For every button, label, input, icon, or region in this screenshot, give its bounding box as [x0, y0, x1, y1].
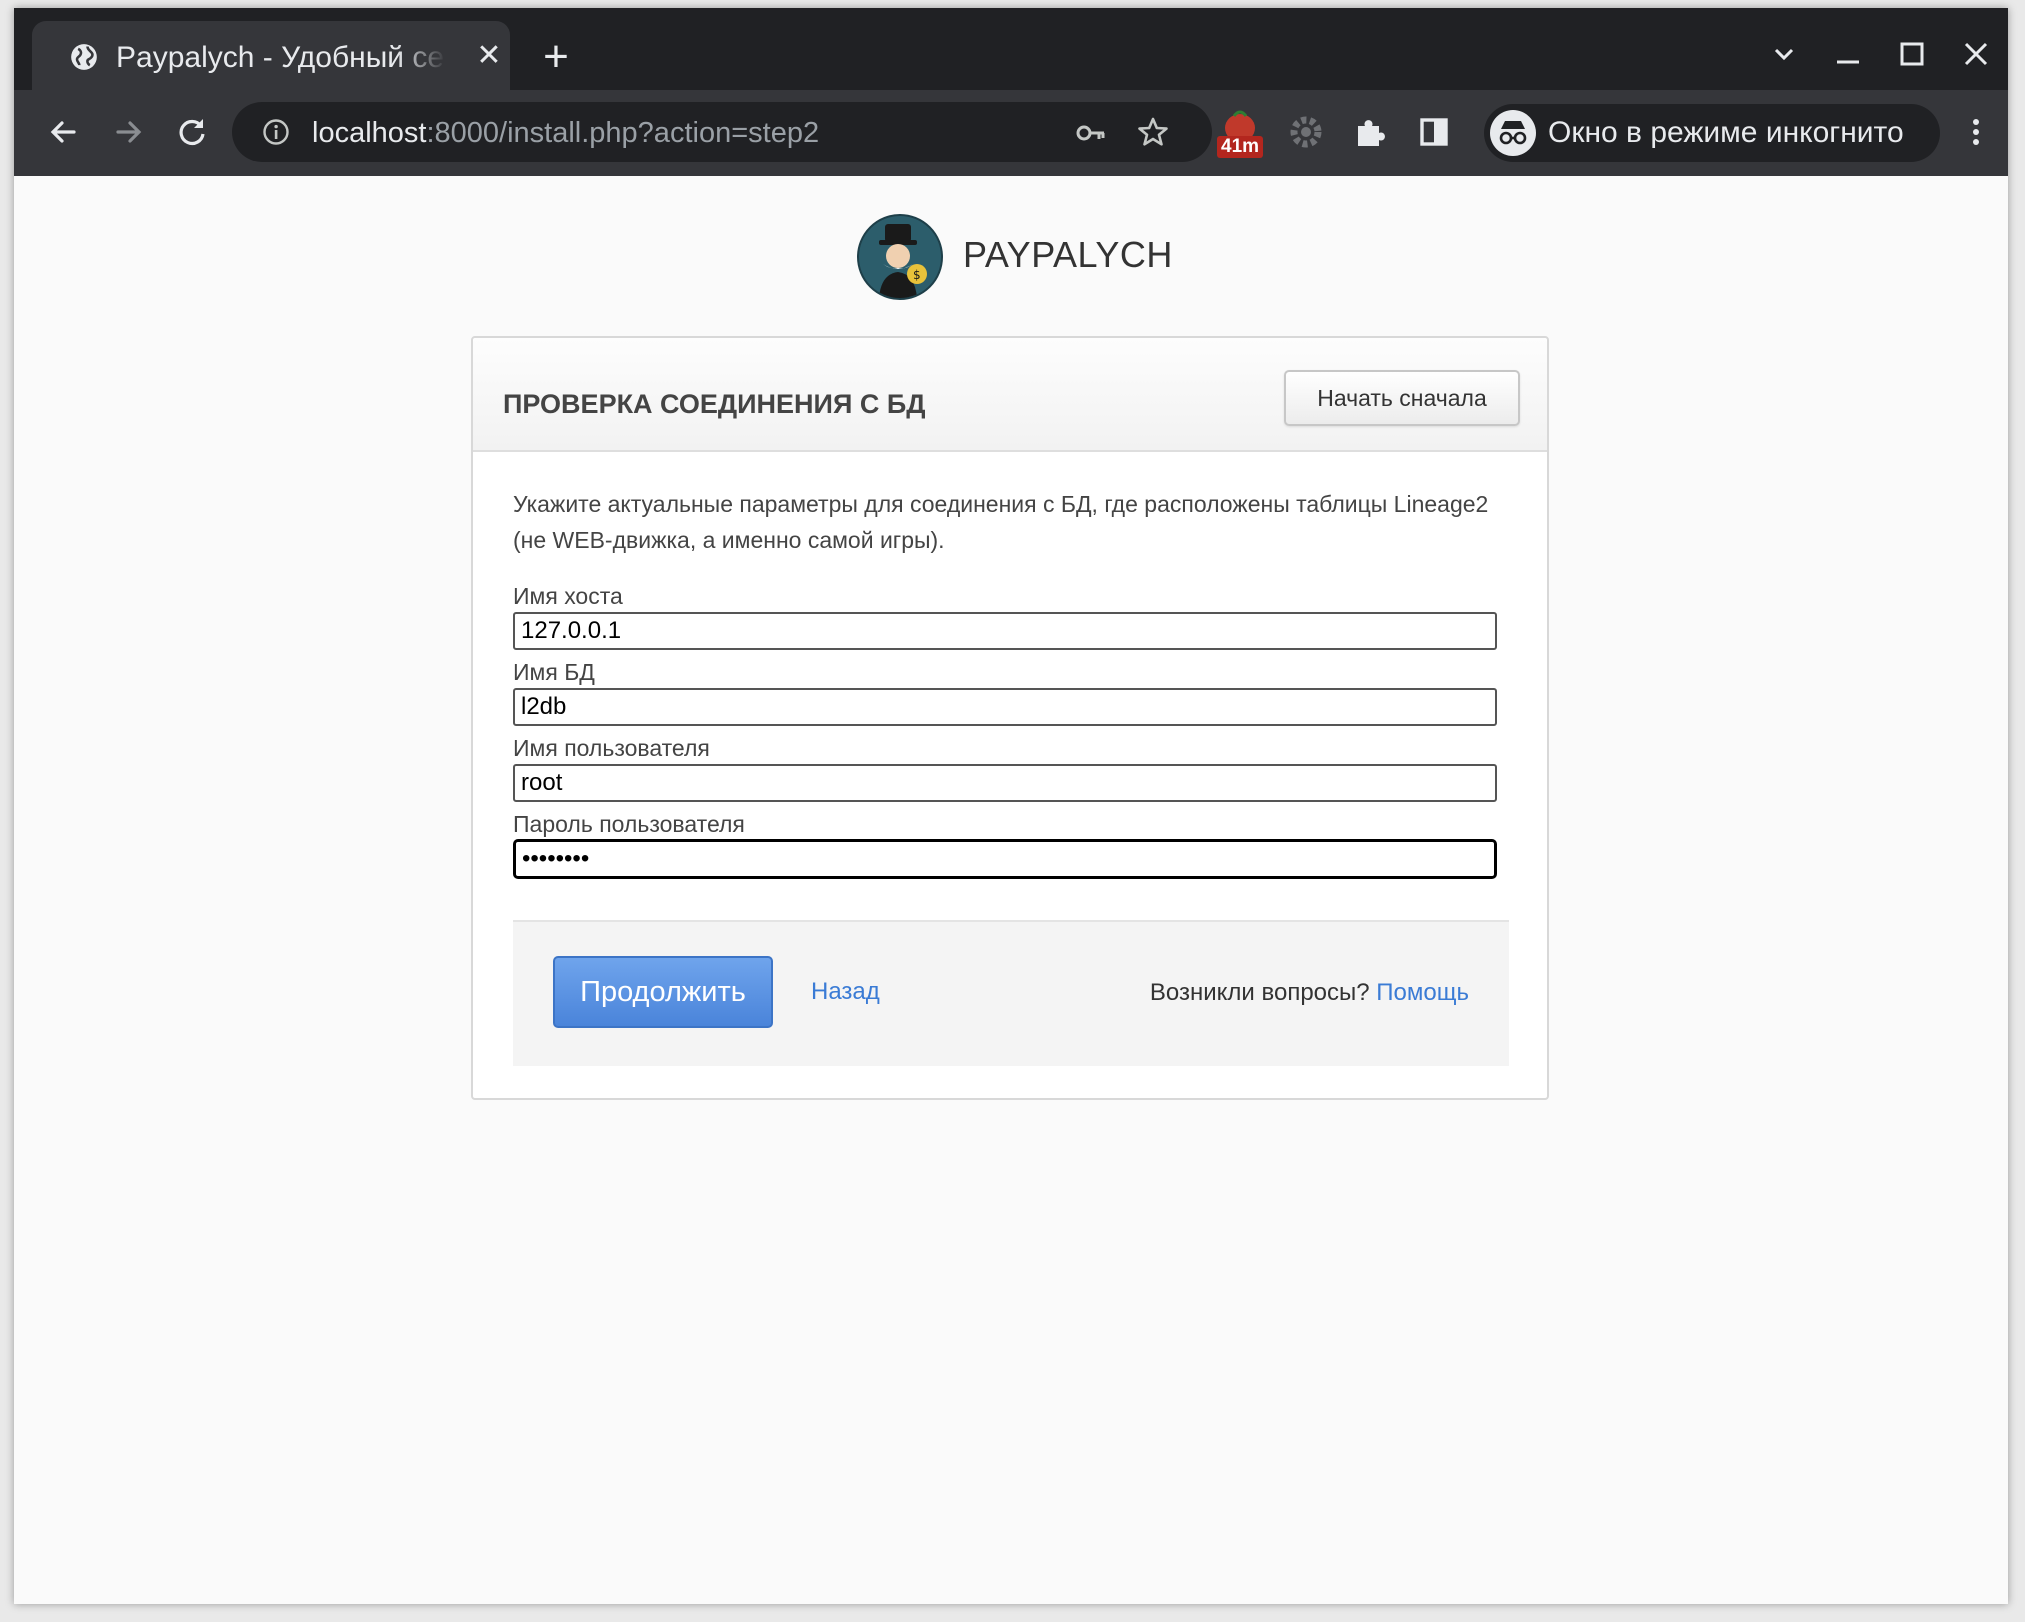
maximize-icon[interactable]: [1890, 32, 1934, 76]
username-label: Имя пользователя: [513, 735, 710, 761]
card-header: ПРОВЕРКА СОЕДИНЕНИЯ С БД Начать сначала: [473, 338, 1547, 452]
page-content: $ PAYPALYCH ПРОВЕРКА СОЕДИНЕНИЯ С БД Нач…: [14, 176, 2008, 1604]
hostname-input[interactable]: [513, 612, 1497, 650]
password-input[interactable]: [513, 839, 1497, 879]
dbname-label: Имя БД: [513, 659, 595, 685]
back-link[interactable]: Назад: [811, 977, 880, 1007]
side-panel-icon[interactable]: [1412, 110, 1456, 154]
kebab-menu-icon[interactable]: [1954, 110, 1998, 154]
card-title: ПРОВЕРКА СОЕДИНЕНИЯ С БД: [503, 389, 926, 419]
incognito-label: Окно в режиме инкогнито: [1548, 116, 1904, 149]
url-text: localhost:8000/install.php?action=step2: [312, 116, 819, 150]
intro-text: Укажите актуальные параметры для соедине…: [513, 491, 1489, 553]
back-icon[interactable]: [42, 110, 86, 154]
username-input[interactable]: [513, 764, 1497, 802]
settings-gear-icon[interactable]: [1284, 110, 1328, 154]
active-tab[interactable]: Paypalych - Удобный сервис ✕: [32, 21, 510, 90]
new-tab-icon[interactable]: +: [536, 35, 576, 79]
close-icon[interactable]: ✕: [474, 41, 504, 71]
incognito-icon: [1490, 110, 1536, 156]
tab-strip: Paypalych - Удобный сервис ✕ +: [14, 8, 2008, 90]
tab-title: Paypalych - Удобный сервис: [116, 41, 446, 74]
help-text: Возникли вопросы? Помощь: [1150, 978, 1469, 1008]
incognito-indicator[interactable]: Окно в режиме инкогнито: [1484, 104, 1940, 162]
browser-window: Paypalych - Удобный сервис ✕ +: [14, 8, 2008, 1604]
tab-search-icon[interactable]: [1762, 32, 1806, 76]
brand-logo: $: [857, 214, 943, 300]
dbname-input[interactable]: [513, 688, 1497, 726]
url-path: :8000/install.php?action=step2: [426, 117, 820, 149]
form-actions: Продолжить Назад Возникли вопросы? Помощ…: [513, 920, 1509, 1066]
password-label: Пароль пользователя: [513, 811, 745, 837]
restart-button[interactable]: Начать сначала: [1284, 370, 1520, 426]
puzzle-icon[interactable]: [1348, 110, 1392, 154]
reload-icon[interactable]: [170, 110, 214, 154]
globe-icon: [71, 44, 97, 70]
address-bar[interactable]: localhost:8000/install.php?action=step2: [232, 102, 1212, 162]
svg-text:$: $: [913, 268, 921, 282]
star-icon[interactable]: [1136, 115, 1170, 149]
continue-button[interactable]: Продолжить: [553, 956, 773, 1028]
db-connection-card: ПРОВЕРКА СОЕДИНЕНИЯ С БД Начать сначала …: [471, 336, 1549, 1100]
help-link[interactable]: Помощь: [1376, 979, 1469, 1006]
forward-icon[interactable]: [106, 110, 150, 154]
window-close-icon[interactable]: [1954, 32, 1998, 76]
extension-badge: 41m: [1217, 136, 1264, 158]
brand-name: PAYPALYCH: [963, 234, 1173, 275]
key-icon[interactable]: [1074, 116, 1108, 150]
help-question: Возникли вопросы?: [1149, 979, 1370, 1006]
minimize-icon[interactable]: [1826, 32, 1870, 76]
browser-toolbar: localhost:8000/install.php?action=step2 …: [14, 90, 2008, 176]
hostname-label: Имя хоста: [513, 583, 623, 609]
url-host: localhost: [312, 117, 427, 149]
info-icon[interactable]: [262, 118, 290, 146]
